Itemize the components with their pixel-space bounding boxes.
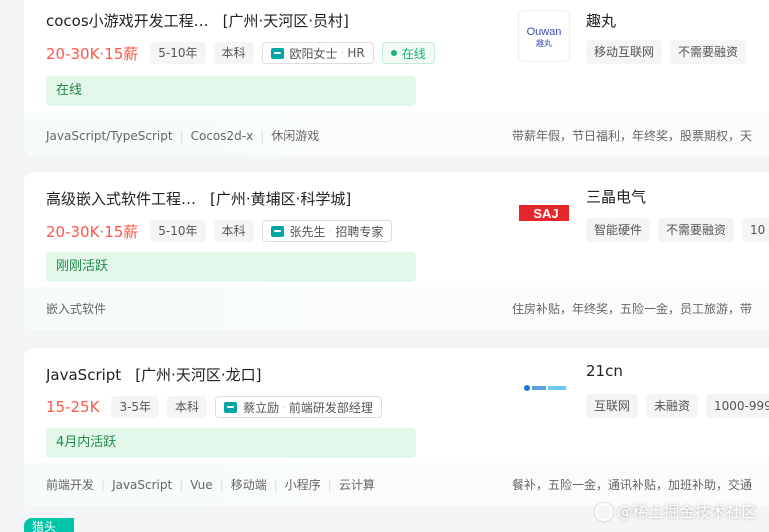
chat-icon	[270, 225, 284, 237]
online-label: 在线	[401, 46, 426, 61]
hr-separator: ·	[340, 46, 345, 60]
hr-name: 张先生	[289, 224, 326, 239]
benefits: 餐补，五险一金，通讯补贴，加班补助，交通	[512, 478, 753, 492]
job-area: [广州·天河区·员村]	[222, 12, 349, 30]
skill-tag: 嵌入式软件	[46, 302, 107, 316]
job-title-row[interactable]: 高级嵌入式软件工程… [广州·黄埔区·科学城]	[46, 188, 351, 209]
company-name[interactable]: 21cn	[586, 362, 623, 380]
hr-name: 欧阳女士	[289, 46, 338, 61]
hr-title: 前端研发部经理	[288, 400, 373, 415]
logo-subtext: 趣丸	[536, 38, 552, 48]
skill-tag: JavaScript/TypeScript	[46, 128, 173, 143]
skill-tag: Cocos2d-x	[173, 129, 254, 143]
degree-tag: 本科	[213, 220, 254, 242]
company-tag: 1000-999	[706, 394, 769, 418]
company-tags: 移动互联网 不需要融资	[586, 40, 754, 64]
hr-separator: ·	[328, 224, 333, 238]
company-name[interactable]: 趣丸	[586, 10, 616, 31]
hr-contact[interactable]: 张先生 · 招聘专家	[261, 220, 393, 242]
headhunter-badge: 猎头	[24, 518, 74, 532]
hr-separator: ·	[282, 400, 286, 414]
active-status: 刚刚活跃	[46, 252, 416, 282]
logo-text: Ouwan	[527, 26, 562, 38]
job-name[interactable]: JavaScript	[46, 366, 121, 384]
job-name[interactable]: 高级嵌入式软件工程…	[46, 188, 196, 209]
active-status: 4月内活跃	[46, 428, 416, 458]
company-tag: 未融资	[646, 394, 699, 418]
saj-logo-icon: SAJ	[519, 205, 569, 221]
job-name[interactable]: cocos小游戏开发工程…	[46, 10, 209, 31]
company-tag: 10	[742, 218, 769, 242]
experience-tag: 5-10年	[150, 42, 206, 64]
online-badge: 在线	[381, 42, 435, 64]
skill-list: JavaScript/TypeScript Cocos2d-x 休闲游戏	[46, 127, 319, 144]
skill-tag: JavaScript	[94, 478, 172, 492]
quwan-logo-icon: Ouwan 趣丸	[527, 26, 562, 48]
job-info-row: 20-30K·15薪 5-10年 本科 张先生 · 招聘专家	[46, 220, 400, 242]
card-footer: 前端开发 JavaScript Vue 移动端 小程序 云计算 餐补，五险一金，…	[24, 463, 769, 506]
salary: 15-25K	[46, 398, 100, 416]
experience-tag: 3-5年	[111, 396, 160, 418]
skill-list: 前端开发 JavaScript Vue 移动端 小程序 云计算	[46, 476, 375, 493]
skill-list: 嵌入式软件	[46, 300, 106, 317]
skill-tag: 前端开发	[46, 478, 95, 492]
watermark-text: @稀土掘金技术社区	[617, 503, 757, 521]
skill-tag: 小程序	[267, 476, 321, 493]
company-logo[interactable]: Ouwan 趣丸	[518, 10, 570, 62]
degree-tag: 本科	[167, 396, 208, 418]
company-tags: 智能硬件 不需要融资 10	[586, 218, 769, 242]
skill-tag: Vue	[172, 478, 212, 492]
hr-name: 蔡立励	[243, 400, 280, 415]
benefits: 住房补贴，年终奖，五险一金，员工旅游，带	[512, 302, 753, 316]
company-tag: 移动互联网	[586, 40, 663, 64]
company-tag: 互联网	[586, 394, 639, 418]
chat-icon	[224, 401, 238, 413]
job-info-row: 15-25K 3-5年 本科 蔡立励 · 前端研发部经理	[46, 396, 390, 418]
salary: 20-30K·15薪	[46, 222, 139, 241]
hr-title: HR	[347, 46, 365, 60]
skill-tag: 云计算	[321, 476, 375, 493]
job-card[interactable]: cocos小游戏开发工程… [广州·天河区·员村] 20-30K·15薪 5-1…	[24, 0, 769, 156]
company-tag: 不需要融资	[670, 40, 747, 64]
hr-contact[interactable]: 蔡立励 · 前端研发部经理	[215, 396, 382, 418]
job-title-row[interactable]: cocos小游戏开发工程… [广州·天河区·员村]	[46, 10, 349, 31]
chat-icon	[270, 47, 284, 59]
company-logo[interactable]: SAJ	[518, 186, 570, 238]
watermark-logo-icon	[595, 502, 614, 521]
hr-title: 招聘专家	[335, 224, 384, 239]
degree-tag: 本科	[213, 42, 254, 64]
job-list: cocos小游戏开发工程… [广州·天河区·员村] 20-30K·15薪 5-1…	[0, 0, 769, 532]
company-tag: 智能硬件	[586, 218, 651, 242]
skill-tag: 移动端	[213, 476, 267, 493]
logo-text: SAJ	[533, 206, 558, 221]
company-name[interactable]: 三晶电气	[586, 186, 646, 207]
benefits: 带薪年假，节日福利，年终奖，股票期权，天	[512, 129, 753, 143]
21cn-logo-icon	[524, 385, 566, 391]
salary: 20-30K·15薪	[46, 44, 139, 63]
company-tags: 互联网 未融资 1000-999	[586, 394, 769, 418]
job-area: [广州·黄埔区·科学城]	[210, 190, 352, 208]
job-card[interactable]: JavaScript [广州·天河区·龙口] 15-25K 3-5年 本科 蔡立…	[24, 348, 769, 506]
experience-tag: 5-10年	[150, 220, 206, 242]
card-footer: 嵌入式软件 住房补贴，年终奖，五险一金，员工旅游，带	[24, 287, 769, 330]
skill-tag: 休闲游戏	[253, 127, 319, 144]
job-info-row: 20-30K·15薪 5-10年 本科 欧阳女士 · HR 在线	[46, 42, 435, 64]
company-tag: 不需要融资	[658, 218, 735, 242]
job-card[interactable]: 高级嵌入式软件工程… [广州·黄埔区·科学城] 20-30K·15薪 5-10年…	[24, 172, 769, 330]
online-dot-icon	[390, 50, 397, 56]
hr-contact[interactable]: 欧阳女士 · HR	[261, 42, 374, 64]
active-status: 在线	[46, 76, 416, 106]
watermark: @稀土掘金技术社区	[595, 501, 757, 522]
company-logo[interactable]	[518, 362, 570, 414]
job-title-row[interactable]: JavaScript [广州·天河区·龙口]	[46, 364, 261, 385]
job-area: [广州·天河区·龙口]	[135, 366, 262, 384]
card-footer: JavaScript/TypeScript Cocos2d-x 休闲游戏 带薪年…	[24, 113, 769, 156]
